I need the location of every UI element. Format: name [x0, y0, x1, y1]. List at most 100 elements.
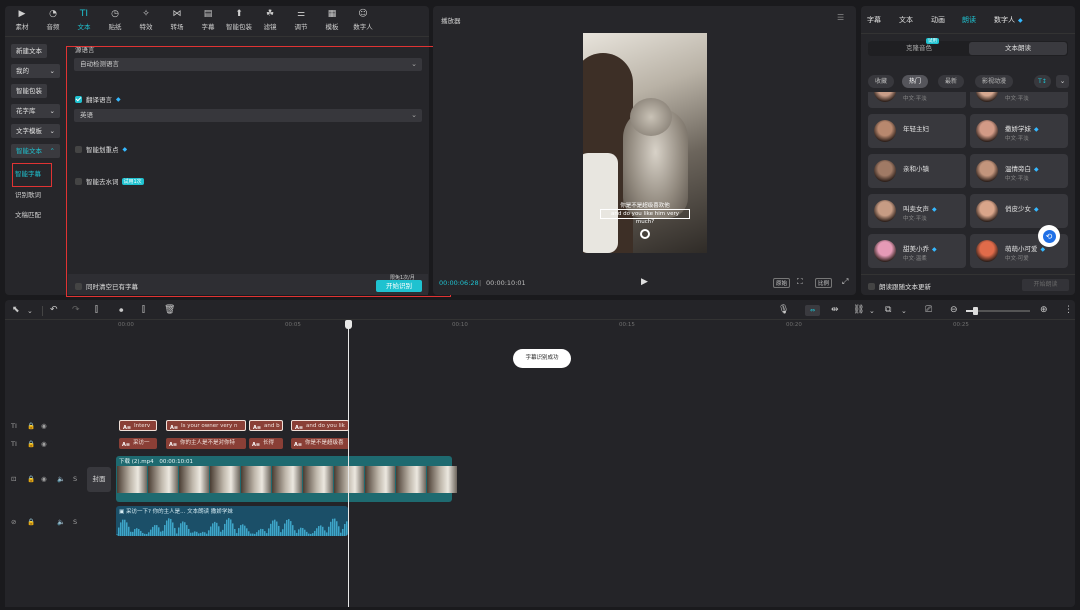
crop-fit-icon[interactable]: ⛶ [797, 277, 803, 287]
delete-icon[interactable]: 🗑 [164, 305, 175, 315]
start-read-button[interactable]: 开始朗读 [1022, 279, 1069, 291]
solo-s-icon[interactable]: S [73, 518, 77, 526]
sidebar-smart-text[interactable]: 智能文本 ⌃ [11, 144, 60, 158]
toolbar-item-1[interactable]: ◔ 音频 [39, 8, 67, 31]
mode-read-button[interactable]: 文本朗读 [969, 42, 1067, 55]
visibility-eye-icon[interactable]: ◉ [41, 440, 47, 448]
fullscreen-icon[interactable]: ⤢ [842, 277, 848, 287]
select-tool-icon[interactable]: ⬉ [12, 305, 20, 315]
caption-view-icon[interactable]: ⎚ [925, 305, 932, 315]
sidebar-font-lib[interactable]: 花字库 ⌄ [11, 104, 60, 118]
lock-icon[interactable]: 🔒 [27, 475, 35, 483]
highlight-checkbox[interactable] [75, 145, 82, 153]
toolbar-item-11[interactable]: ☺ 数字人 [349, 8, 377, 31]
english-subtitle-clip[interactable]: A≡ and b [249, 420, 283, 431]
sidebar-text-template[interactable]: 文字模板 ⌄ [11, 124, 60, 138]
translate-option[interactable]: 翻译语言 ◆ [75, 94, 121, 104]
voice-card[interactable]: 亲和小镇 [868, 154, 966, 188]
microphone-icon[interactable]: 🎙 [778, 305, 789, 315]
redo-icon[interactable]: ↷ [72, 305, 80, 315]
tab-0[interactable]: 字幕 [867, 15, 881, 25]
voice-card[interactable]: 叫卖女声 ◆ 中文·平淡 [868, 194, 966, 228]
toolbar-item-7[interactable]: ⬆ 智能包装 [225, 8, 253, 31]
toolbar-item-8[interactable]: ☘ 滤镜 [256, 8, 284, 31]
cover-button[interactable]: 封面 [87, 467, 111, 492]
sidebar-doc-match[interactable]: 文稿匹配 [15, 209, 41, 219]
clear-existing-option[interactable]: 同时清空已有字幕 [75, 281, 138, 291]
chinese-subtitle-clip[interactable]: A≡ 你是不是超级喜 [291, 438, 349, 449]
filter-chip-3[interactable]: 影视动漫 [975, 75, 1014, 88]
voice-card[interactable]: 年轻主妇 [868, 114, 966, 148]
player-menu-icon[interactable]: ☰ [837, 13, 844, 22]
zoom-slider[interactable] [966, 307, 1030, 315]
voice-card[interactable]: 撒娇学妹 ◆ 中文·平淡 [970, 114, 1068, 148]
mute-speaker-icon[interactable]: 🔈 [57, 475, 65, 483]
clear-existing-checkbox[interactable] [75, 282, 82, 290]
sidebar-smart-subtitle[interactable]: 智能字幕 [15, 168, 41, 178]
trim-right-icon[interactable]: ⫿ [142, 305, 145, 315]
filter-chip-0[interactable]: 收藏 [868, 75, 895, 88]
chinese-subtitle-clip[interactable]: A≡ 长得 [249, 438, 283, 449]
highlight-option[interactable]: 智能划重点 ◆ [75, 144, 127, 154]
preview-dropdown-icon[interactable]: ⌄ [901, 307, 907, 315]
start-recognize-button[interactable]: 开始识别 [376, 280, 422, 292]
split-icon[interactable]: ⫿ [95, 305, 98, 315]
sidebar-recognize-lyrics[interactable]: 识别歌词 [15, 189, 41, 199]
english-subtitle-clip[interactable]: A≡ Is your owner very n [166, 420, 246, 431]
solo-s-icon[interactable]: S [73, 475, 77, 483]
toolbar-item-9[interactable]: ⚌ 调节 [287, 8, 315, 31]
preview-axis-icon[interactable]: ⧉ [885, 305, 891, 315]
toolbar-item-4[interactable]: ✧ 特效 [132, 8, 160, 31]
english-subtitle-clip[interactable]: A≡ Interv [119, 420, 157, 431]
sidebar-smart-pack[interactable]: 智能包装 [11, 84, 47, 98]
voice-card[interactable]: 甜美小乔 ◆ 中文·温柔 [868, 234, 966, 268]
link-icon[interactable]: ⛓ [853, 305, 864, 315]
trim-left-icon[interactable]: ⦁ [119, 305, 124, 315]
english-subtitle-clip[interactable]: A≡ and do you lik [291, 420, 349, 431]
mute-speaker-icon[interactable]: 🔈 [57, 518, 65, 526]
voice-card[interactable]: 中文·平淡 [970, 92, 1068, 108]
tab-4[interactable]: 数字人 ◆ [994, 15, 1023, 25]
visibility-eye-icon[interactable]: ◉ [41, 475, 47, 483]
sidebar-new-text[interactable]: 新建文本 [11, 44, 47, 58]
zoom-in-icon[interactable]: ⊕ [1040, 305, 1048, 315]
more-options-icon[interactable]: ⋮ [1064, 305, 1073, 315]
follow-text-option[interactable]: 朗读跟随文本更新 [868, 281, 931, 291]
toolbar-item-6[interactable]: ▤ 字幕 [194, 8, 222, 31]
playback-target-icon[interactable] [640, 229, 650, 239]
select-tool-dropdown-icon[interactable]: ⌄ [27, 307, 33, 315]
translate-lang-select[interactable]: 英语 ⌄ [74, 109, 422, 122]
ratio-button[interactable]: 比例 [815, 278, 833, 288]
play-button[interactable]: ▶ [641, 277, 648, 287]
voice-card[interactable]: 俏皮少女 ◆ [970, 194, 1068, 228]
voice-card[interactable]: 中文·平淡 [868, 92, 966, 108]
toolbar-item-3[interactable]: ◷ 贴纸 [101, 8, 129, 31]
filter-sort-button[interactable]: T↕ [1034, 75, 1051, 88]
follow-text-checkbox[interactable] [868, 282, 875, 290]
tab-3[interactable]: 朗读 [962, 15, 976, 25]
chinese-subtitle-clip[interactable]: A≡ 采访一 [119, 438, 157, 449]
auto-snap-icon[interactable]: ⇹ [831, 305, 839, 315]
toolbar-item-2[interactable]: TI 文本 [70, 8, 98, 31]
remove-filler-checkbox[interactable] [75, 177, 82, 185]
toolbar-item-10[interactable]: ▦ 模板 [318, 8, 346, 31]
toolbar-item-0[interactable]: ▶ 素材 [8, 8, 36, 31]
sidebar-mine[interactable]: 我的 ⌄ [11, 64, 60, 78]
tab-1[interactable]: 文本 [899, 15, 913, 25]
undo-icon[interactable]: ↶ [50, 305, 58, 315]
remove-filler-option[interactable]: 智能去水词 试用1次 [75, 176, 144, 186]
zoom-out-icon[interactable]: ⊖ [950, 305, 958, 315]
voice-card[interactable]: 温情旁白 ◆ 中文·平淡 [970, 154, 1068, 188]
lock-icon[interactable]: 🔒 [27, 518, 35, 526]
translate-checkbox[interactable] [75, 95, 82, 103]
lock-icon[interactable]: 🔒 [27, 422, 35, 430]
floating-assistant-icon[interactable]: ⟲ [1038, 225, 1060, 247]
chinese-subtitle-clip[interactable]: A≡ 你的主人是不是对你特 [166, 438, 246, 449]
playhead-handle[interactable] [345, 320, 352, 329]
mode-clone-button[interactable]: 克隆音色 [870, 42, 968, 55]
main-track-magnet-icon[interactable]: ⇔ [805, 305, 820, 316]
link-dropdown-icon[interactable]: ⌄ [869, 307, 875, 315]
filter-chip-2[interactable]: 最新 [938, 75, 965, 88]
filter-chip-1[interactable]: 热门 [902, 75, 929, 88]
filter-expand-button[interactable]: ⌄ [1056, 75, 1069, 88]
